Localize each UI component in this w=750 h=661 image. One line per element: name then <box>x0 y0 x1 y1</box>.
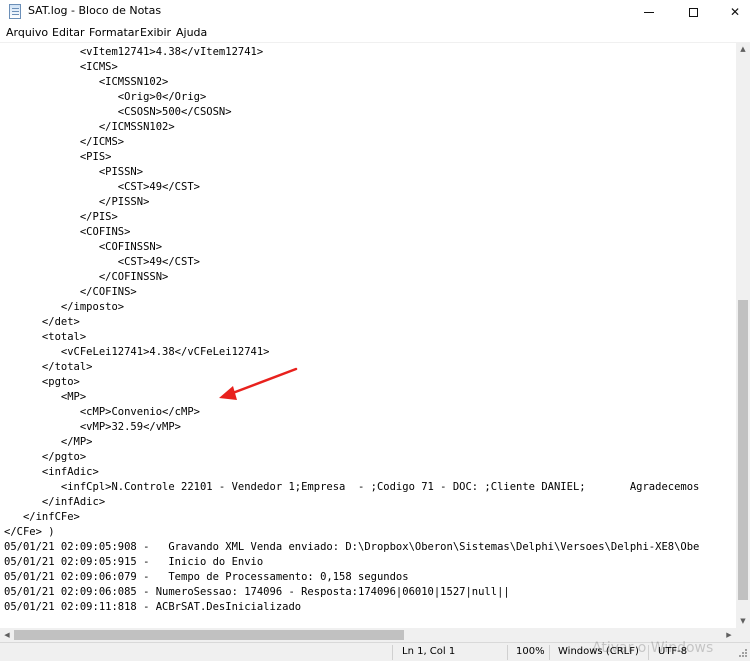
vertical-scrollbar[interactable]: ▲ ▼ <box>736 42 750 628</box>
menu-arquivo[interactable]: Arquivo <box>6 26 48 39</box>
status-divider <box>549 645 550 660</box>
text-line: <ICMSSN102> <box>4 76 169 88</box>
close-icon: ✕ <box>729 5 741 19</box>
maximize-button[interactable] <box>670 0 716 24</box>
text-line: </infCFe> <box>4 511 80 523</box>
close-button[interactable]: ✕ <box>712 0 750 24</box>
text-line: 05/01/21 02:09:05:908 - Gravando XML Ven… <box>4 541 700 553</box>
menu-formatar[interactable]: Formatar <box>89 26 139 39</box>
text-line: 05/01/21 02:09:05:915 - Inicio do Envio <box>4 556 264 568</box>
text-line: <COFINSSN> <box>4 241 163 253</box>
minimize-button[interactable] <box>626 0 672 24</box>
text-line: </ICMSSN102> <box>4 121 175 133</box>
text-line: 05/01/21 02:09:06:079 - Tempo de Process… <box>4 571 409 583</box>
text-line: <Orig>0</Orig> <box>4 91 207 103</box>
text-line: </imposto> <box>4 301 125 313</box>
scroll-down-icon[interactable]: ▼ <box>736 614 750 628</box>
title-bar: SAT.log - Bloco de Notas ✕ <box>0 0 750 24</box>
text-line: <CST>49</CST> <box>4 181 200 193</box>
text-line: <cMP>Convenio</cMP> <box>4 406 200 418</box>
activation-watermark: Ativar o Windows <box>592 640 714 656</box>
text-line: </COFINS> <box>4 286 137 298</box>
text-line: <vMP>32.59</vMP> <box>4 421 182 433</box>
status-divider <box>392 645 393 660</box>
scroll-up-icon[interactable]: ▲ <box>736 42 750 56</box>
text-line: 05/01/21 02:09:11:818 - ACBrSAT.DesInici… <box>4 601 302 613</box>
status-divider <box>507 645 508 660</box>
text-line: <infAdic> <box>4 466 99 478</box>
menu-ajuda[interactable]: Ajuda <box>176 26 207 39</box>
maximize-icon <box>688 7 698 17</box>
menu-bar: Arquivo Editar Formatar Exibir Ajuda <box>0 24 750 42</box>
text-editor[interactable]: <vItem12741>4.38</vItem12741> <ICMS> <IC… <box>0 42 736 628</box>
zoom-level: 100% <box>516 646 545 657</box>
menu-exibir[interactable]: Exibir <box>140 26 171 39</box>
text-line: <vCFeLei12741>4.38</vCFeLei12741> <box>4 346 270 358</box>
text-line: </PISSN> <box>4 196 150 208</box>
text-line: <pgto> <box>4 376 80 388</box>
text-line: </infAdic> <box>4 496 106 508</box>
text-line: </ICMS> <box>4 136 125 148</box>
text-line: 05/01/21 02:09:06:085 - NumeroSessao: 17… <box>4 586 510 598</box>
scrollbar-corner <box>736 628 750 642</box>
text-line: <vItem12741>4.38</vItem12741> <box>4 46 264 58</box>
text-line: </pgto> <box>4 451 87 463</box>
cursor-position: Ln 1, Col 1 <box>402 646 456 657</box>
text-line: </PIS> <box>4 211 118 223</box>
text-line: </total> <box>4 361 93 373</box>
notepad-icon <box>9 4 21 19</box>
scroll-left-icon[interactable]: ◀ <box>0 628 14 642</box>
minimize-icon <box>644 11 654 13</box>
text-line: </CFe> ) <box>4 526 55 538</box>
menu-editar[interactable]: Editar <box>52 26 85 39</box>
text-line: <CSOSN>500</CSOSN> <box>4 106 232 118</box>
resize-grip-icon[interactable] <box>736 646 748 658</box>
text-line: <infCpl>N.Controle 22101 - Vendedor 1;Em… <box>4 481 700 493</box>
text-line: <MP> <box>4 391 87 403</box>
text-line: </COFINSSN> <box>4 271 169 283</box>
text-line: <PIS> <box>4 151 112 163</box>
text-line: <PISSN> <box>4 166 144 178</box>
text-line: <CST>49</CST> <box>4 256 200 268</box>
text-line: <total> <box>4 331 87 343</box>
scroll-right-icon[interactable]: ▶ <box>722 628 736 642</box>
text-line: </det> <box>4 316 80 328</box>
window-title: SAT.log - Bloco de Notas <box>28 4 162 17</box>
horizontal-scroll-thumb[interactable] <box>14 630 404 640</box>
text-line: <COFINS> <box>4 226 131 238</box>
text-line: </MP> <box>4 436 93 448</box>
vertical-scroll-thumb[interactable] <box>738 300 748 600</box>
text-line: <ICMS> <box>4 61 118 73</box>
